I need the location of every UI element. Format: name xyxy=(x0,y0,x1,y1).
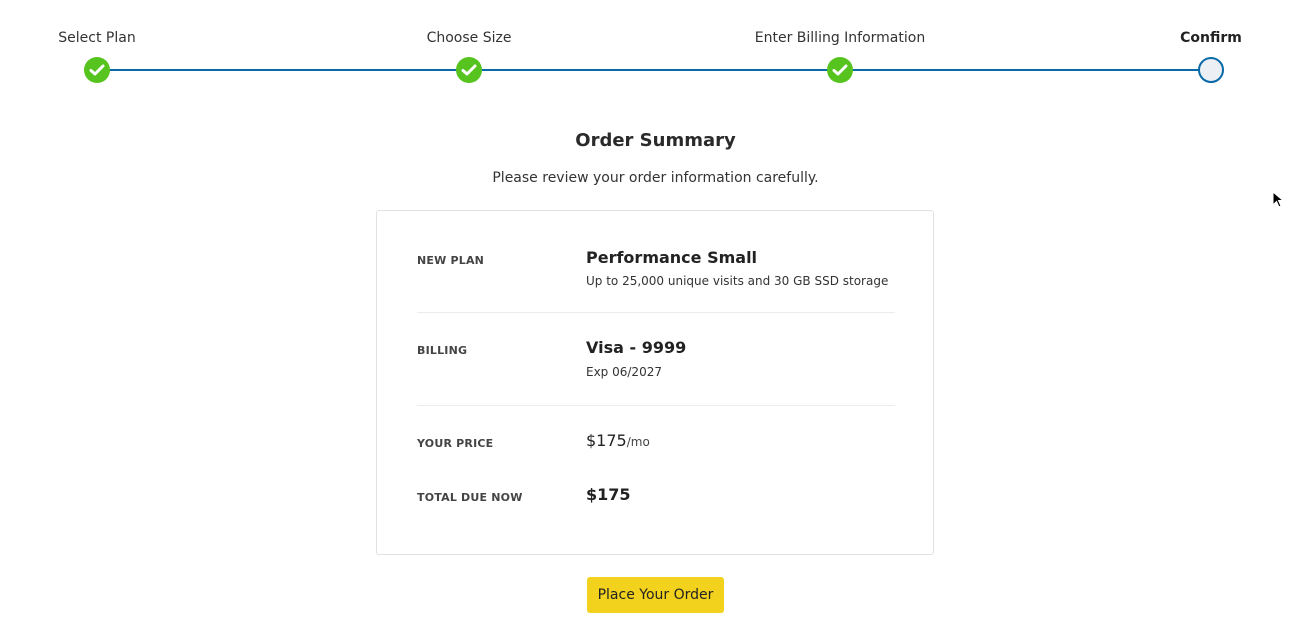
page-title: Order Summary xyxy=(575,130,736,151)
step-label: Confirm xyxy=(1180,30,1242,46)
billing-expiry: Exp 06/2027 xyxy=(586,365,662,379)
divider xyxy=(417,312,895,313)
step-label: Enter Billing Information xyxy=(754,30,926,46)
your-price-label: YOUR PRICE xyxy=(417,437,494,450)
mouse-cursor-icon xyxy=(1272,190,1285,213)
step-label: Select Plan xyxy=(58,30,136,46)
price-value: $175/mo xyxy=(586,431,650,450)
billing-label: BILLING xyxy=(417,344,468,357)
stepper-line xyxy=(97,69,1211,71)
step-select-plan: Select Plan xyxy=(0,28,207,48)
step-enter-billing: Enter Billing Information xyxy=(730,28,950,48)
page-subtitle: Please review your order information car… xyxy=(492,170,819,186)
check-icon xyxy=(456,57,482,83)
billing-card: Visa - 9999 xyxy=(586,338,687,357)
step-choose-size: Choose Size xyxy=(359,28,579,48)
step-label: Choose Size xyxy=(426,30,512,46)
step-confirm: Confirm xyxy=(1101,28,1311,48)
new-plan-label: NEW PLAN xyxy=(417,254,485,267)
order-summary-card: NEW PLAN Performance Small Up to 25,000 … xyxy=(376,210,934,555)
current-step-icon xyxy=(1198,57,1224,83)
progress-stepper: Select Plan Choose Size Enter Billing In… xyxy=(0,0,1311,100)
plan-name: Performance Small xyxy=(586,248,758,267)
total-due-label: TOTAL DUE NOW xyxy=(417,491,523,504)
price-unit: /mo xyxy=(626,435,650,449)
divider xyxy=(417,405,895,406)
place-order-button[interactable]: Place Your Order xyxy=(587,577,724,613)
check-icon xyxy=(827,57,853,83)
plan-description: Up to 25,000 unique visits and 30 GB SSD… xyxy=(586,274,889,288)
price-amount: $175 xyxy=(586,431,627,450)
total-due-amount: $175 xyxy=(586,485,631,504)
check-icon xyxy=(84,57,110,83)
